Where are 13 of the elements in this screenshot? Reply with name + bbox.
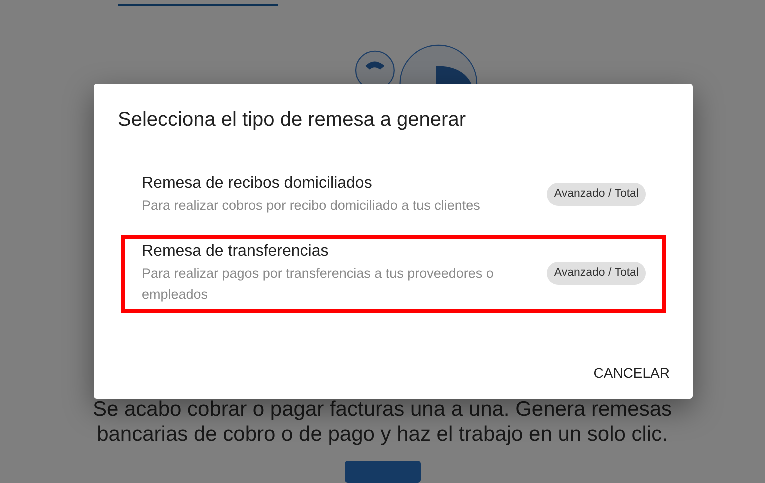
option-description: Para realizar pagos por transferencias a tus proveedores o empleados — [142, 265, 495, 304]
option-description: Para realizar cobros por recibo domiciliado a tus clientes — [142, 197, 482, 215]
paragraph-line: bancarias de cobro o de pago y haz el trabajo en un solo clic. — [97, 422, 668, 447]
plan-badge: Avanzado / Total — [547, 262, 646, 284]
option-item[interactable]: Remesa de recibos domiciliados Para realizar cobros por recibo domiciliado a tus clientes Avanzado / Total — [121, 167, 666, 224]
paragraph-line: Se acabo cobrar o pagar facturas una a una. Genera remesas — [92, 396, 672, 422]
dialog-title: Selecciona el tipo de remesa a generar — [118, 108, 467, 132]
create-button[interactable] — [344, 460, 420, 483]
plan-badge: Avanzado / Total — [547, 183, 646, 206]
option-item[interactable]: Remesa de transferencias Para realizar pagos por transferencias a tus proveedores o empleados Avanzado / Total — [121, 235, 666, 313]
option-title: Remesa de recibos domiciliados — [142, 174, 374, 194]
cancel-button[interactable]: CANCELAR — [578, 355, 685, 391]
option-title: Remesa de transferencias — [142, 242, 330, 262]
